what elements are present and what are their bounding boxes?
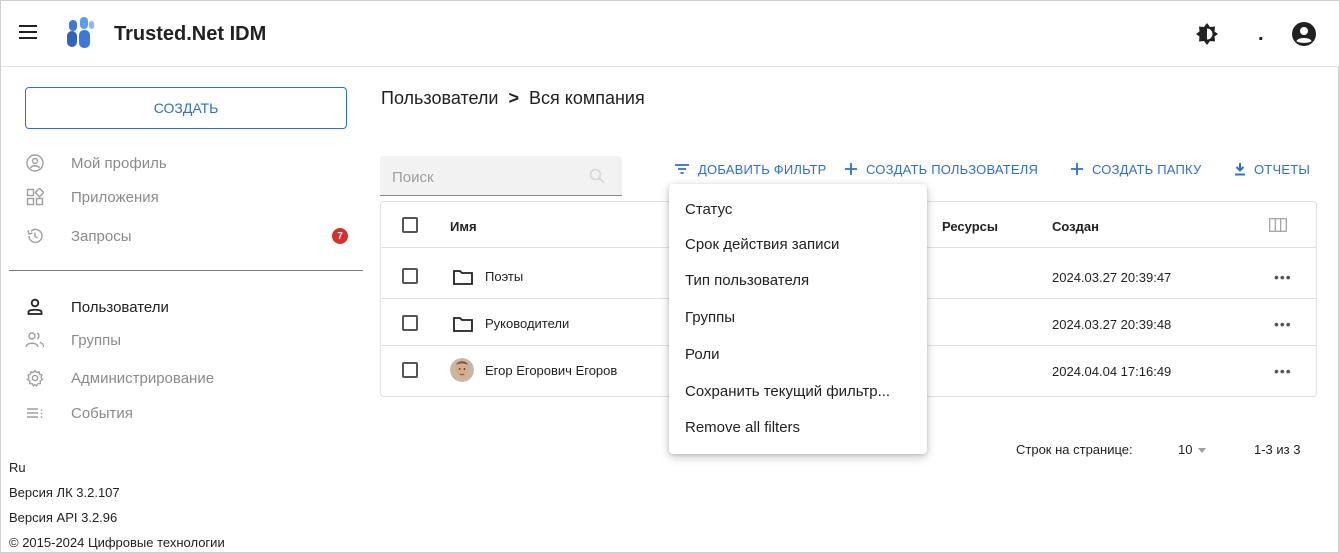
download-icon [1234, 162, 1246, 176]
filter-menu-item-status[interactable]: Статус [685, 201, 732, 218]
breadcrumb-separator: > [508, 88, 519, 108]
reports-button[interactable]: ОТЧЕТЫ [1234, 159, 1310, 179]
row-checkbox[interactable] [402, 268, 418, 284]
breadcrumb-root[interactable]: Пользователи [381, 88, 498, 108]
search-field [380, 156, 622, 196]
sidebar-item-users[interactable]: Пользователи [25, 293, 355, 321]
add-filter-menu: Статус Срок действия записи Тип пользова… [669, 184, 927, 454]
folder-icon [453, 316, 473, 337]
create-folder-button[interactable]: СОЗДАТЬ ПАПКУ [1070, 159, 1201, 179]
create-user-button[interactable]: СОЗДАТЬ ПОЛЬЗОВАТЕЛЯ [844, 159, 1038, 179]
row-name[interactable]: Егор Егорович Егоров [485, 363, 617, 378]
add-filter-label: ДОБАВИТЬ ФИЛЬТР [698, 161, 827, 177]
filter-icon [674, 162, 690, 176]
history-icon [25, 226, 45, 246]
profile-icon [25, 153, 45, 173]
search-input[interactable] [392, 166, 582, 188]
sidebar-divider [9, 270, 363, 271]
column-header-created[interactable]: Создан [1052, 219, 1099, 234]
filter-menu-item-expiry[interactable]: Срок действия записи [685, 236, 839, 253]
reports-label: ОТЧЕТЫ [1254, 161, 1311, 177]
events-icon [25, 403, 45, 423]
row-created: 2024.03.27 20:39:47 [1052, 270, 1172, 285]
sidebar-item-label: Группы [71, 331, 121, 349]
settings-icon [25, 368, 45, 388]
user-icon [25, 297, 45, 317]
breadcrumb-current: Вся компания [529, 88, 645, 108]
sidebar-item-profile[interactable]: Мой профиль [25, 149, 355, 177]
version-lk: Версия ЛК 3.2.107 [9, 485, 120, 500]
sidebar: СОЗДАТЬ Мой профиль Приложения Запросы 7 [1, 67, 363, 553]
create-user-label: СОЗДАТЬ ПОЛЬЗОВАТЕЛЯ [866, 161, 1039, 177]
avatar [450, 358, 474, 382]
copyright: © 2015-2024 Цифровые технологии [9, 535, 225, 550]
sidebar-item-label: Приложения [71, 188, 159, 206]
filter-menu-item-roles[interactable]: Роли [685, 346, 720, 363]
sidebar-item-administration[interactable]: Администрирование [25, 364, 355, 392]
theme-toggle-icon[interactable] [1195, 22, 1219, 46]
select-all-checkbox[interactable] [402, 217, 418, 233]
breadcrumb: Пользователи > Вся компания [381, 88, 645, 109]
header-dot: . [1258, 23, 1264, 45]
column-header-resources[interactable]: Ресурсы [942, 219, 998, 234]
version-api: Версия API 3.2.96 [9, 510, 118, 525]
create-button[interactable]: СОЗДАТЬ [25, 87, 347, 129]
filter-menu-item-remove-all[interactable]: Remove all filters [685, 419, 800, 436]
filter-menu-item-user-type[interactable]: Тип пользователя [685, 272, 809, 289]
requests-count-badge: 7 [332, 228, 348, 244]
account-icon[interactable] [1291, 21, 1317, 47]
logo [63, 17, 97, 49]
sidebar-item-apps[interactable]: Приложения [25, 183, 355, 211]
apps-icon [25, 187, 45, 207]
sidebar-item-label: Пользователи [71, 298, 169, 316]
rows-per-page-label: Строк на странице: [1016, 442, 1133, 457]
sidebar-item-label: События [71, 404, 133, 422]
row-name[interactable]: Руководители [485, 316, 569, 331]
folder-icon [453, 269, 473, 290]
columns-icon[interactable] [1269, 218, 1287, 237]
chevron-down-icon [1198, 448, 1207, 454]
column-header-name[interactable]: Имя [450, 219, 477, 234]
plus-icon [844, 162, 858, 176]
app-title: Trusted.Net IDM [114, 23, 267, 45]
menu-icon[interactable] [19, 25, 37, 39]
pagination-range: 1-3 из 3 [1254, 442, 1301, 457]
row-actions-button[interactable]: ••• [1274, 363, 1292, 379]
sidebar-item-groups[interactable]: Группы [25, 326, 355, 354]
rows-per-page-value: 10 [1178, 442, 1193, 457]
row-actions-button[interactable]: ••• [1274, 316, 1292, 332]
sidebar-item-label: Запросы [71, 227, 132, 245]
row-created: 2024.04.04 17:16:49 [1052, 364, 1172, 379]
sidebar-item-label: Мой профиль [71, 154, 167, 172]
sidebar-item-label: Администрирование [71, 369, 215, 387]
filter-menu-item-groups[interactable]: Группы [685, 309, 735, 326]
create-folder-label: СОЗДАТЬ ПАПКУ [1092, 161, 1202, 177]
rows-per-page-select[interactable]: 10 [1178, 442, 1207, 457]
filter-menu-item-save-filter[interactable]: Сохранить текущий фильтр... [685, 383, 890, 400]
sidebar-item-events[interactable]: События [25, 399, 355, 427]
row-checkbox[interactable] [402, 315, 418, 331]
plus-icon [1070, 162, 1084, 176]
row-checkbox[interactable] [402, 362, 418, 378]
row-created: 2024.03.27 20:39:48 [1052, 317, 1172, 332]
sidebar-item-requests[interactable]: Запросы 7 [25, 222, 355, 250]
add-filter-button[interactable]: ДОБАВИТЬ ФИЛЬТР [674, 159, 827, 179]
top-app-bar: Trusted.Net IDM . [1, 1, 1339, 67]
app-window: Trusted.Net IDM . СОЗДАТЬ Мой профиль Пр… [0, 0, 1339, 553]
row-name[interactable]: Поэты [485, 269, 523, 284]
language-selector[interactable]: Ru [9, 460, 26, 475]
row-actions-button[interactable]: ••• [1274, 269, 1292, 285]
search-icon[interactable] [588, 167, 606, 190]
group-icon [25, 330, 45, 350]
